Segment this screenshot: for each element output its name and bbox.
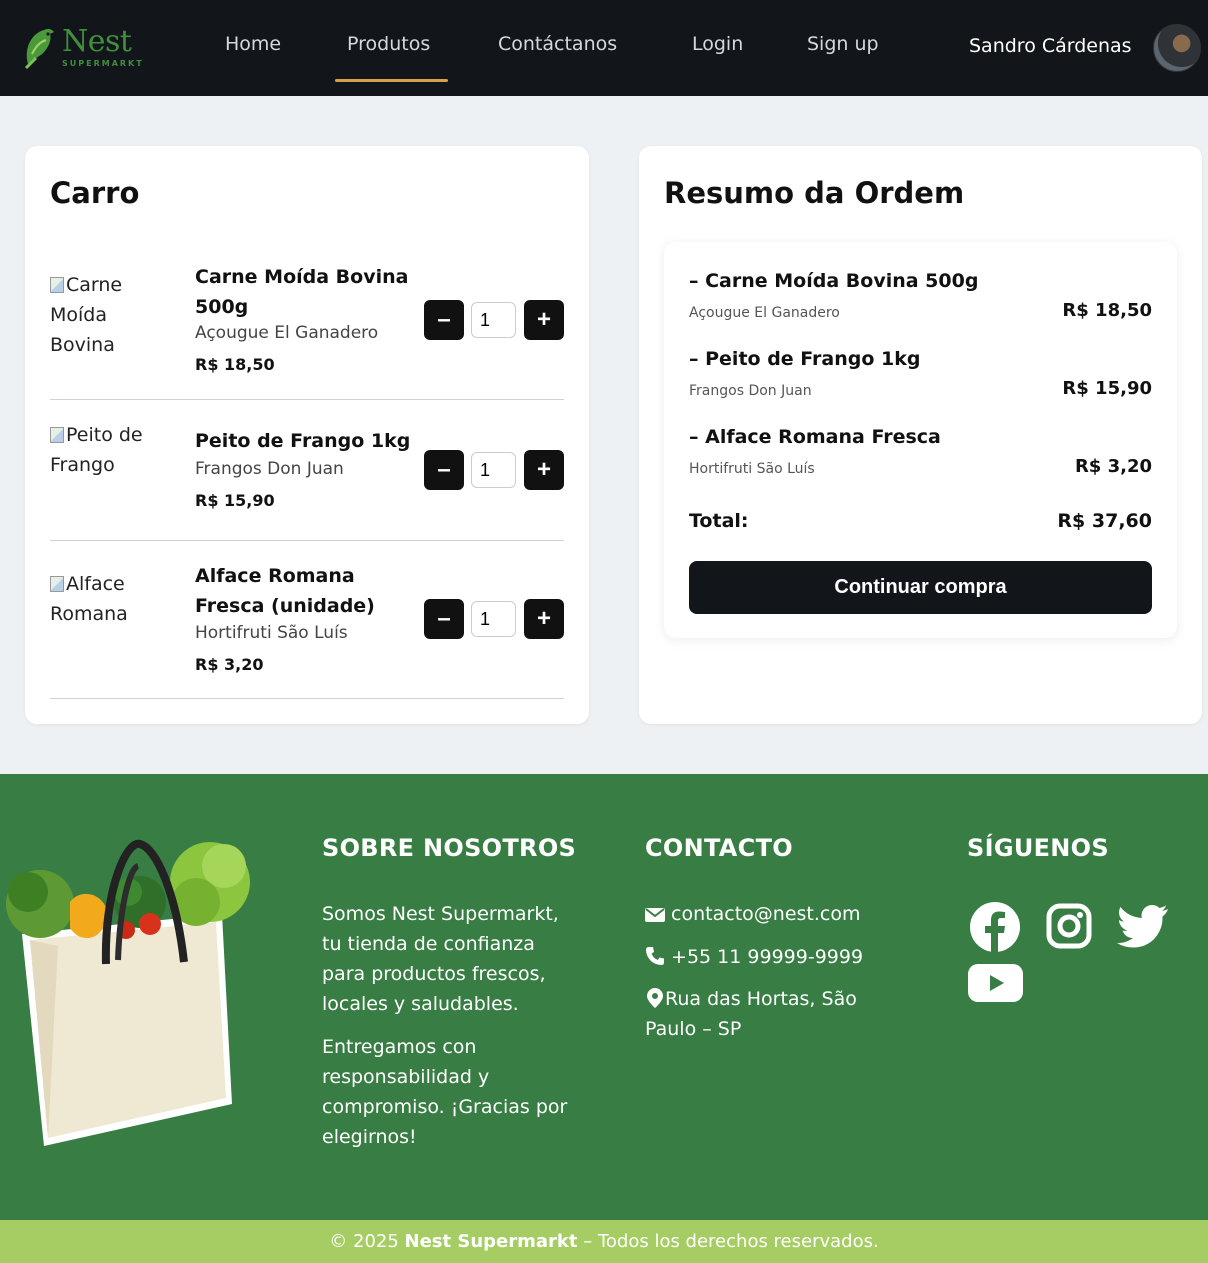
contact-address-text: Rua das Hortas, São Paulo – SP [645,988,857,1040]
summary-item-price: R$ 15,90 [1062,378,1152,399]
broken-image-icon [50,576,64,592]
cart-card: Carro Carne Moída Bovina Carne Moída Bov… [25,146,589,724]
product-price: R$ 3,20 [195,655,264,674]
product-vendor: Frangos Don Juan [195,459,344,479]
navbar: Nest SUPERMARKT Home Produtos Contáctano… [0,0,1208,96]
summary-item-price: R$ 3,20 [1074,456,1152,477]
cart-title: Carro [50,176,140,210]
brand-logo[interactable]: Nest SUPERMARKT [22,22,142,74]
continue-purchase-button[interactable]: Continuar compra [689,561,1152,614]
summary-title: Resumo da Ordem [664,176,965,210]
product-price: R$ 18,50 [195,355,275,374]
summary-item-name: – Peito de Frango 1kg [689,348,921,370]
cart-item: Alface Romana Alface Romana Fresca (unid… [50,541,564,699]
decrease-qty-button[interactable]: – [424,300,464,340]
nav-home[interactable]: Home [225,33,281,55]
nav-produtos[interactable]: Produtos [347,33,430,55]
nav-active-indicator [335,79,448,82]
product-vendor: Açougue El Ganadero [195,323,379,343]
contact-heading: CONTACTO [645,834,793,862]
grocery-bag-illustration [6,839,250,1146]
brand-name: Nest [62,24,132,59]
increase-qty-button[interactable]: + [524,300,564,340]
footer: SOBRE NOSOTROS Somos Nest Supermarkt, tu… [0,774,1208,1220]
summary-box: – Carne Moída Bovina 500g Açougue El Gan… [664,242,1177,638]
copyright-suffix: – Todos los derechos reservados. [583,1231,879,1252]
copyright-bar: © 2025 Nest Supermarkt – Todos los derec… [0,1220,1208,1263]
broken-image-icon [50,277,64,293]
bird-logo-icon [24,28,54,70]
copyright-brand: Nest Supermarkt [404,1231,578,1252]
about-paragraph: Entregamos con responsabilidad y comprom… [322,1036,568,1148]
product-vendor: Hortifruti São Luís [195,623,348,643]
brand-subtitle: SUPERMARKT [62,59,144,68]
quantity-input[interactable] [471,601,516,637]
about-heading: SOBRE NOSOTROS [322,834,577,862]
nav-login[interactable]: Login [692,33,743,55]
contact-email-text: contacto@nest.com [671,903,861,925]
product-image: Carne Moída Bovina [50,270,160,360]
increase-qty-button[interactable]: + [524,599,564,639]
decrease-qty-button[interactable]: – [424,450,464,490]
product-image: Peito de Frango [50,420,160,480]
contact-phone-text: +55 11 99999-9999 [671,946,864,968]
cart-item: Carne Moída Bovina Carne Moída Bovina 50… [50,256,564,400]
product-price: R$ 15,90 [195,491,275,510]
map-pin-icon [647,988,663,1008]
youtube-icon[interactable] [968,964,1023,1002]
social-heading: SÍGUENOS [967,834,1109,862]
about-paragraph: Somos Nest Supermarkt, tu tienda de conf… [322,903,559,1015]
envelope-icon [645,908,665,922]
facebook-icon[interactable] [969,901,1021,953]
product-name: Peito de Frango 1kg [195,430,411,452]
cart-item: Peito de Frango Peito de Frango 1kg Fran… [50,400,564,541]
user-name[interactable]: Sandro Cárdenas [969,35,1132,57]
summary-item-name: – Carne Moída Bovina 500g [689,270,979,292]
total-label: Total: [689,510,749,532]
quantity-input[interactable] [471,302,516,338]
product-image: Alface Romana [50,569,160,629]
nav-signup[interactable]: Sign up [807,33,879,55]
total-value: R$ 37,60 [1057,510,1152,532]
product-name: Carne Moída Bovina 500g [195,266,409,318]
contact-email[interactable]: contacto@nest.com [645,899,860,929]
instagram-icon[interactable] [1046,903,1092,949]
summary-item-vendor: Hortifruti São Luís [689,461,815,477]
contact-phone[interactable]: +55 11 99999-9999 [645,942,863,972]
order-summary-card: Resumo da Ordem – Carne Moída Bovina 500… [639,146,1202,724]
summary-item-name: – Alface Romana Fresca [689,426,941,448]
summary-item-vendor: Frangos Don Juan [689,383,812,399]
phone-icon [646,947,664,965]
decrease-qty-button[interactable]: – [424,599,464,639]
summary-item-price: R$ 18,50 [1062,300,1152,321]
broken-image-icon [50,427,64,443]
product-name: Alface Romana Fresca (unidade) [195,565,375,617]
increase-qty-button[interactable]: + [524,450,564,490]
nav-contactanos[interactable]: Contáctanos [498,33,617,55]
copyright-prefix: © 2025 [329,1231,399,1252]
contact-address: Rua das Hortas, São Paulo – SP [645,984,885,1044]
quantity-input[interactable] [471,452,516,488]
avatar[interactable] [1153,24,1201,72]
summary-item-vendor: Açougue El Ganadero [689,305,840,321]
twitter-icon[interactable] [1117,904,1169,948]
